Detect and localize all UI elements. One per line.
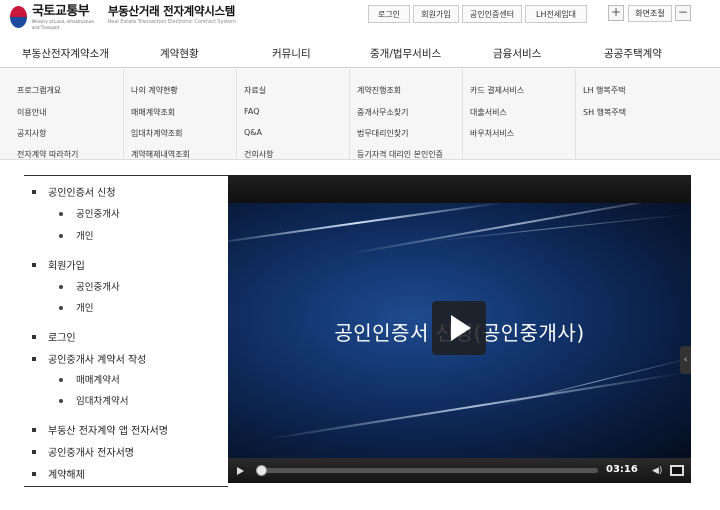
list-subitem[interactable]: 공인중개사 <box>59 206 120 220</box>
bullet-icon <box>32 428 36 432</box>
utility-links: 로그인 회원가입 공인인증센터 LH전세임대 <box>368 5 590 23</box>
menu-link[interactable]: 중개사무소찾기 <box>357 107 409 118</box>
fullscreen-icon[interactable] <box>670 465 684 476</box>
menu-link[interactable]: 프로그램개요 <box>17 85 61 96</box>
bullet-icon <box>32 472 36 476</box>
mega-col-status: 나의 계약현황 매매계약조회 임대차계약조회 계약해제내역조회 <box>124 69 237 160</box>
system-subtitle: Real Estate Transaction Electronic Contr… <box>108 19 236 25</box>
bullet-icon <box>59 284 63 289</box>
menu-link[interactable]: 건의사항 <box>244 149 273 160</box>
mega-col-brokerage: 계약진행조회 중개사무소찾기 법무대리인찾기 등기자격 대리인 본인인증 <box>350 69 463 160</box>
video-frame[interactable]: 공인인증서 신청(공인중개사) ‹ <box>228 203 691 458</box>
play-button[interactable] <box>432 301 486 355</box>
side-panel-toggle[interactable]: ‹ <box>680 346 691 374</box>
logo-name: 국토교통부 <box>31 3 90 19</box>
menu-link[interactable]: 매매계약조회 <box>131 107 175 118</box>
bullet-icon <box>32 263 36 267</box>
zoom-out-button[interactable]: − <box>675 5 691 21</box>
mega-col-intro: 프로그램개요 이용안내 공지사항 전자계약 따라하기 <box>10 69 124 160</box>
bullet-icon <box>59 233 63 238</box>
list-item[interactable]: 로그인 <box>32 329 76 344</box>
menu-link[interactable]: 대출서비스 <box>470 107 507 118</box>
list-item[interactable]: 공인인증서 신청 <box>32 184 116 199</box>
menu-link[interactable]: 자료실 <box>244 85 266 96</box>
lh-rental-link[interactable]: LH전세임대 <box>525 5 587 23</box>
list-item[interactable]: 계약해제 <box>32 466 85 481</box>
progress-track[interactable] <box>258 468 598 473</box>
header: 국토교통부 Ministry of Land, Infrastructure a… <box>0 0 720 36</box>
taegeuk-emblem-icon <box>10 6 27 28</box>
system-title-block[interactable]: 부동산거래 전자계약시스템 Real Estate Transaction El… <box>108 4 236 26</box>
mega-col-public-housing: LH 행복주택 SH 행복주택 <box>576 69 720 160</box>
main-nav: 부동산전자계약소개 계약현황 커뮤니티 중개/법무서비스 금융서비스 공공주택계… <box>0 40 720 68</box>
menu-link[interactable]: FAQ <box>244 107 260 116</box>
volume-icon[interactable]: ◀) <box>652 466 662 476</box>
bullet-icon <box>59 398 63 403</box>
list-item[interactable]: 회원가입 <box>32 257 85 272</box>
light-streak <box>487 354 691 409</box>
menu-link[interactable]: 전자계약 따라하기 <box>17 149 78 160</box>
nav-item-finance[interactable]: 금융서비스 <box>493 46 541 61</box>
menu-link[interactable]: 임대차계약조회 <box>131 128 183 139</box>
bullet-icon <box>32 335 36 339</box>
bullet-icon <box>59 305 63 310</box>
menu-link[interactable]: 이용안내 <box>17 107 46 118</box>
bullet-icon <box>32 190 36 194</box>
login-link[interactable]: 로그인 <box>368 5 410 23</box>
nav-item-intro[interactable]: 부동산전자계약소개 <box>22 46 109 61</box>
nav-item-brokerage[interactable]: 중개/법무서비스 <box>370 46 441 61</box>
zoom-in-button[interactable]: + <box>608 5 624 21</box>
menu-link[interactable]: 카드 결제서비스 <box>470 85 524 96</box>
video-top-bar <box>228 175 691 203</box>
menu-link[interactable]: 계약해제내역조회 <box>131 149 190 160</box>
list-subitem[interactable]: 임대차계약서 <box>59 393 128 407</box>
list-item[interactable]: 공인중개사 전자서명 <box>32 444 134 459</box>
cert-center-link[interactable]: 공인인증센터 <box>462 5 522 23</box>
light-streak <box>267 372 683 440</box>
light-streak <box>347 203 684 255</box>
mega-menu: 프로그램개요 이용안내 공지사항 전자계약 따라하기 나의 계약현황 매매계약조… <box>0 69 720 160</box>
logo-subtitle: Ministry of Land, Infrastructure and Tra… <box>31 18 94 30</box>
bullet-icon <box>59 377 63 382</box>
list-subitem[interactable]: 개인 <box>59 228 93 242</box>
progress-thumb[interactable] <box>256 465 267 476</box>
menu-link[interactable]: Q&A <box>244 128 262 137</box>
nav-item-community[interactable]: 커뮤니티 <box>272 46 311 61</box>
video-player[interactable]: 공인인증서 신청(공인중개사) ‹ 03:16 ◀) <box>228 175 691 483</box>
video-controls: 03:16 ◀) <box>228 458 691 483</box>
mega-col-finance: 카드 결제서비스 대출서비스 바우처서비스 <box>463 69 576 160</box>
list-subitem[interactable]: 개인 <box>59 300 93 314</box>
list-subitem[interactable]: 매매계약서 <box>59 372 120 386</box>
ministry-logo[interactable]: 국토교통부 Ministry of Land, Infrastructure a… <box>10 3 102 31</box>
bullet-icon <box>32 357 36 361</box>
menu-link[interactable]: 공지사항 <box>17 128 46 139</box>
light-streak <box>228 203 506 245</box>
menu-link[interactable]: 바우처서비스 <box>470 128 514 139</box>
menu-link[interactable]: 등기자격 대리인 본인인증 <box>357 149 443 160</box>
list-subitem[interactable]: 공인중개사 <box>59 279 120 293</box>
nav-item-public-housing[interactable]: 공공주택계약 <box>604 46 662 61</box>
nav-item-status[interactable]: 계약현황 <box>160 46 199 61</box>
play-icon <box>451 315 471 341</box>
list-item[interactable]: 공인중개사 계약서 작성 <box>32 351 146 366</box>
menu-link[interactable]: 나의 계약현황 <box>131 85 178 96</box>
control-play-icon[interactable] <box>237 467 244 475</box>
bullet-icon <box>32 450 36 454</box>
menu-link[interactable]: 계약진행조회 <box>357 85 401 96</box>
zoom-label: 화면조절 <box>628 5 672 22</box>
list-item[interactable]: 부동산 전자계약 앱 전자서명 <box>32 422 168 437</box>
menu-link[interactable]: 법무대리인찾기 <box>357 128 409 139</box>
bullet-icon <box>59 211 63 216</box>
mega-col-community: 자료실 FAQ Q&A 건의사항 <box>237 69 350 160</box>
system-title: 부동산거래 전자계약시스템 <box>108 4 236 18</box>
menu-link[interactable]: LH 행복주택 <box>583 85 625 96</box>
menu-link[interactable]: SH 행복주택 <box>583 107 626 118</box>
join-link[interactable]: 회원가입 <box>413 5 459 23</box>
tutorial-list: 공인인증서 신청 공인중개사 개인 회원가입 공인중개사 개인 로그인 공인중개… <box>24 175 228 487</box>
video-duration: 03:16 <box>606 464 638 475</box>
